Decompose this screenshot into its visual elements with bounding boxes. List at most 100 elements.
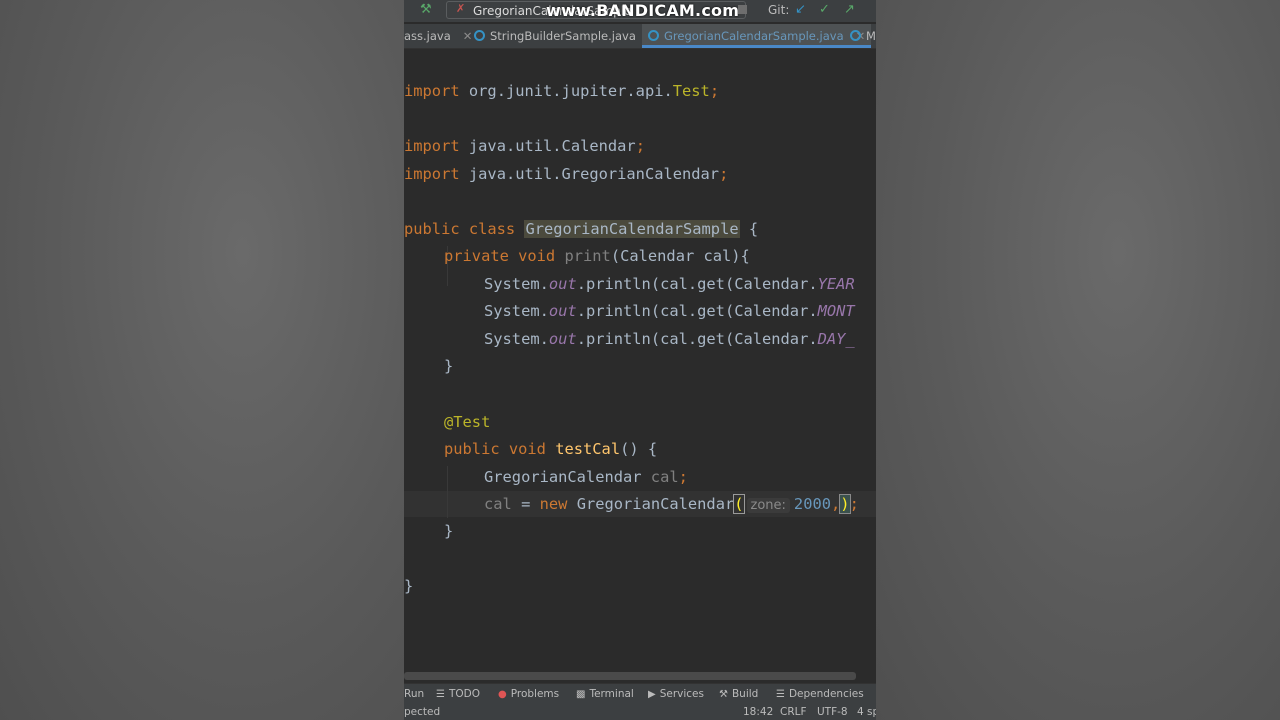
static-field: out [548, 275, 577, 293]
keyword: new [539, 495, 568, 513]
java-class-icon [850, 30, 861, 41]
vcs-push-icon[interactable]: ↗ [844, 2, 855, 17]
code-text: System. [484, 275, 549, 293]
code-line-annotation: @Test [444, 410, 490, 434]
code-line-import-gregorian: import java.util.GregorianCalendar; [404, 162, 728, 186]
semicolon: ; [635, 137, 645, 155]
tool-window-services[interactable]: ▶ Services [648, 684, 704, 704]
services-icon: ▶ [648, 689, 656, 700]
tool-window-run[interactable]: Run [404, 684, 424, 704]
brace: } [444, 357, 454, 375]
tool-window-label: Run [404, 688, 425, 700]
tool-window-label: Terminal [589, 688, 634, 700]
brace: } [444, 522, 454, 540]
status-message: pected [404, 706, 441, 718]
semicolon: ; [678, 468, 688, 486]
code-line-close-print: } [444, 354, 453, 378]
ide-window: ⚒ GregorianCalendarSample ✗ www.BANDICAM… [404, 0, 876, 720]
tool-window-terminal[interactable]: ▩ Terminal [576, 684, 634, 704]
static-field: DAY_ [817, 330, 855, 348]
java-class-icon [648, 30, 659, 41]
annotation: @Test [444, 413, 491, 431]
code-line-import-test: import org.junit.jupiter.api.Test; [404, 79, 719, 103]
import-path: org.junit.jupiter.api. [468, 82, 673, 100]
tool-window-bar: Run ☰ TODO ● Problems ▩ Terminal ▶ Services … [404, 683, 876, 704]
tool-window-dependencies[interactable]: ☰ Dependencies [776, 684, 864, 704]
code-line-testcal-decl: public void testCal() { [444, 437, 657, 461]
code-text: System. [484, 302, 549, 320]
code-text: .println(cal.get(Calendar. [576, 302, 818, 320]
editor-tabs: ass.java ✕ StringBuilderSample.java✕ Greg… [404, 24, 876, 49]
run-config-error-icon: ✗ [456, 2, 466, 15]
paren-open: ( [733, 494, 745, 514]
comma: , [831, 495, 841, 513]
static-field: out [548, 330, 577, 348]
tab-label: GregorianCalendarSample.java [664, 29, 844, 43]
error-icon: ● [498, 689, 507, 700]
blurred-backdrop-right [876, 0, 1280, 720]
keyword: import [404, 137, 460, 155]
close-icon[interactable]: ✕ [463, 29, 473, 43]
number-literal: 2000 [793, 495, 831, 513]
tool-window-problems[interactable]: ● Problems [498, 684, 559, 704]
code-line-var-decl: GregorianCalendar cal; [484, 465, 688, 489]
horizontal-scrollbar[interactable] [404, 672, 856, 680]
import-path: java.util.Calendar [468, 137, 636, 155]
list-icon: ☰ [436, 689, 445, 700]
static-field: out [548, 302, 577, 320]
tab-gregoriancalendarsample[interactable]: GregorianCalendarSample.java ✕ [642, 24, 872, 48]
code-line-class-decl: public class GregorianCalendarSample { [404, 217, 758, 241]
tool-window-label: TODO [448, 688, 480, 700]
file-encoding[interactable]: UTF-8 [817, 704, 848, 720]
tab-stringbuildersample[interactable]: StringBuilderSample.java✕ [474, 24, 658, 48]
brace: { [739, 220, 759, 238]
brace: } [404, 577, 414, 595]
tab-ass-java[interactable]: ass.java ✕ [404, 24, 472, 48]
class-name: GregorianCalendarSample [524, 220, 740, 238]
method-name: print [564, 247, 611, 265]
tool-window-label: Build [731, 688, 759, 700]
recording-watermark: www.BANDICAM.com [546, 1, 740, 20]
main-toolbar: ⚒ GregorianCalendarSample ✗ www.BANDICAM… [404, 0, 876, 22]
code-line-println-year: System.out.println(cal.get(Calendar.YEAR [484, 272, 855, 296]
code-text: .println(cal.get(Calendar. [576, 330, 818, 348]
indent-setting[interactable]: 4 sp [857, 704, 876, 720]
variable: cal [484, 495, 512, 513]
build-hammer-icon[interactable]: ⚒ [420, 2, 432, 17]
params: () { [620, 440, 658, 458]
code-line-close-test: } [444, 519, 453, 543]
vcs-update-icon[interactable]: ↙ [795, 2, 806, 17]
variable: cal [650, 468, 679, 486]
semicolon: ; [849, 495, 859, 513]
tab-label: StringBuilderSample.java [490, 29, 636, 43]
stack-icon: ☰ [776, 689, 785, 700]
vcs-commit-icon[interactable]: ✓ [819, 2, 830, 17]
terminal-icon: ▩ [576, 689, 586, 700]
static-field: YEAR [817, 275, 855, 293]
text-cursor: ) [839, 494, 851, 514]
params: (Calendar cal){ [610, 247, 750, 265]
tool-window-todo[interactable]: ☰ TODO [436, 684, 480, 704]
code-line-import-calendar: import java.util.Calendar; [404, 134, 645, 158]
parameter-hint: zone: [746, 498, 790, 513]
operator: = [511, 495, 540, 513]
tab-label: M [866, 29, 876, 43]
code-line-assign: cal = new GregorianCalendar(zone: 2000,); [484, 492, 859, 516]
keyword: public class [404, 220, 516, 238]
tab-overflow-m[interactable]: M [850, 24, 876, 48]
code-text: System. [484, 330, 549, 348]
line-separator[interactable]: CRLF [780, 704, 807, 720]
caret-position[interactable]: 18:42 [743, 704, 773, 720]
indent-guide [447, 466, 448, 518]
tool-window-label: Dependencies [788, 688, 864, 700]
semicolon: ; [709, 82, 720, 100]
blurred-backdrop-left [0, 0, 404, 720]
code-editor[interactable]: import org.junit.jupiter.api.Test; impor… [404, 50, 876, 670]
keyword: import [404, 82, 460, 100]
tool-window-build[interactable]: ⚒ Build [719, 684, 758, 704]
hammer-icon: ⚒ [719, 689, 728, 700]
keyword: private void [444, 247, 556, 265]
code-line-close-class: } [404, 574, 413, 598]
stop-icon[interactable] [738, 5, 747, 14]
java-class-icon [474, 30, 485, 41]
